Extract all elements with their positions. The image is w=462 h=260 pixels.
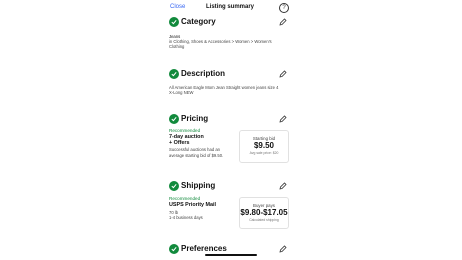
- buyer-pays-box: Buyer pays $9.80-$17.05 Calculated shipp…: [239, 197, 289, 229]
- pricing-title: Pricing: [181, 114, 209, 123]
- pencil-icon[interactable]: [279, 70, 287, 78]
- pencil-icon[interactable]: [279, 245, 287, 253]
- description-title: Description: [181, 69, 226, 78]
- starting-bid-value: $9.50: [253, 141, 275, 150]
- calculated-shipping: Calculated shipping: [249, 218, 279, 222]
- pencil-icon[interactable]: [279, 18, 287, 26]
- pencil-icon[interactable]: [279, 182, 287, 190]
- page-title: Listing summary: [206, 4, 255, 10]
- pencil-icon[interactable]: [279, 115, 287, 123]
- shipping-section: Shipping Recommended USPS Priority Mail …: [169, 181, 289, 229]
- category-section: Category Jeans in Clothing, Shoes & Acce…: [169, 17, 289, 50]
- check-circle-icon: [169, 114, 179, 124]
- shipping-title: Shipping: [181, 181, 216, 190]
- avg-sale-price: Avg sale price: $20: [249, 151, 279, 155]
- check-circle-icon: [169, 181, 179, 191]
- check-circle-icon: [169, 69, 179, 79]
- buyer-pays-value: $9.80-$17.05: [240, 208, 288, 217]
- close-button[interactable]: Close: [170, 4, 185, 10]
- starting-bid-box: Starting bid $9.50 Avg sale price: $20: [239, 130, 289, 163]
- format-line2: + Offers: [169, 140, 190, 147]
- top-bar: Close Listing summary ?: [0, 0, 462, 16]
- pricing-note: Successful auctions had an average start…: [169, 147, 224, 158]
- shipping-days: 1-4 business days: [169, 215, 203, 221]
- pricing-section: Pricing Recommended 7-day auction + Offe…: [169, 114, 289, 163]
- home-indicator: [205, 254, 257, 256]
- category-title: Category: [181, 17, 216, 26]
- description-section: Description All American Eagle Mom Jean …: [169, 69, 289, 95]
- preferences-title: Preferences: [181, 244, 227, 253]
- description-value: All American Eagle Mom Jean Straight wom…: [169, 85, 279, 96]
- check-circle-icon: [169, 244, 179, 254]
- help-icon[interactable]: ?: [279, 3, 289, 13]
- shipping-service: USPS Priority Mail: [169, 202, 217, 208]
- category-path: in Clothing, Shoes & Accessories > Women…: [169, 39, 272, 50]
- check-circle-icon: [169, 17, 179, 27]
